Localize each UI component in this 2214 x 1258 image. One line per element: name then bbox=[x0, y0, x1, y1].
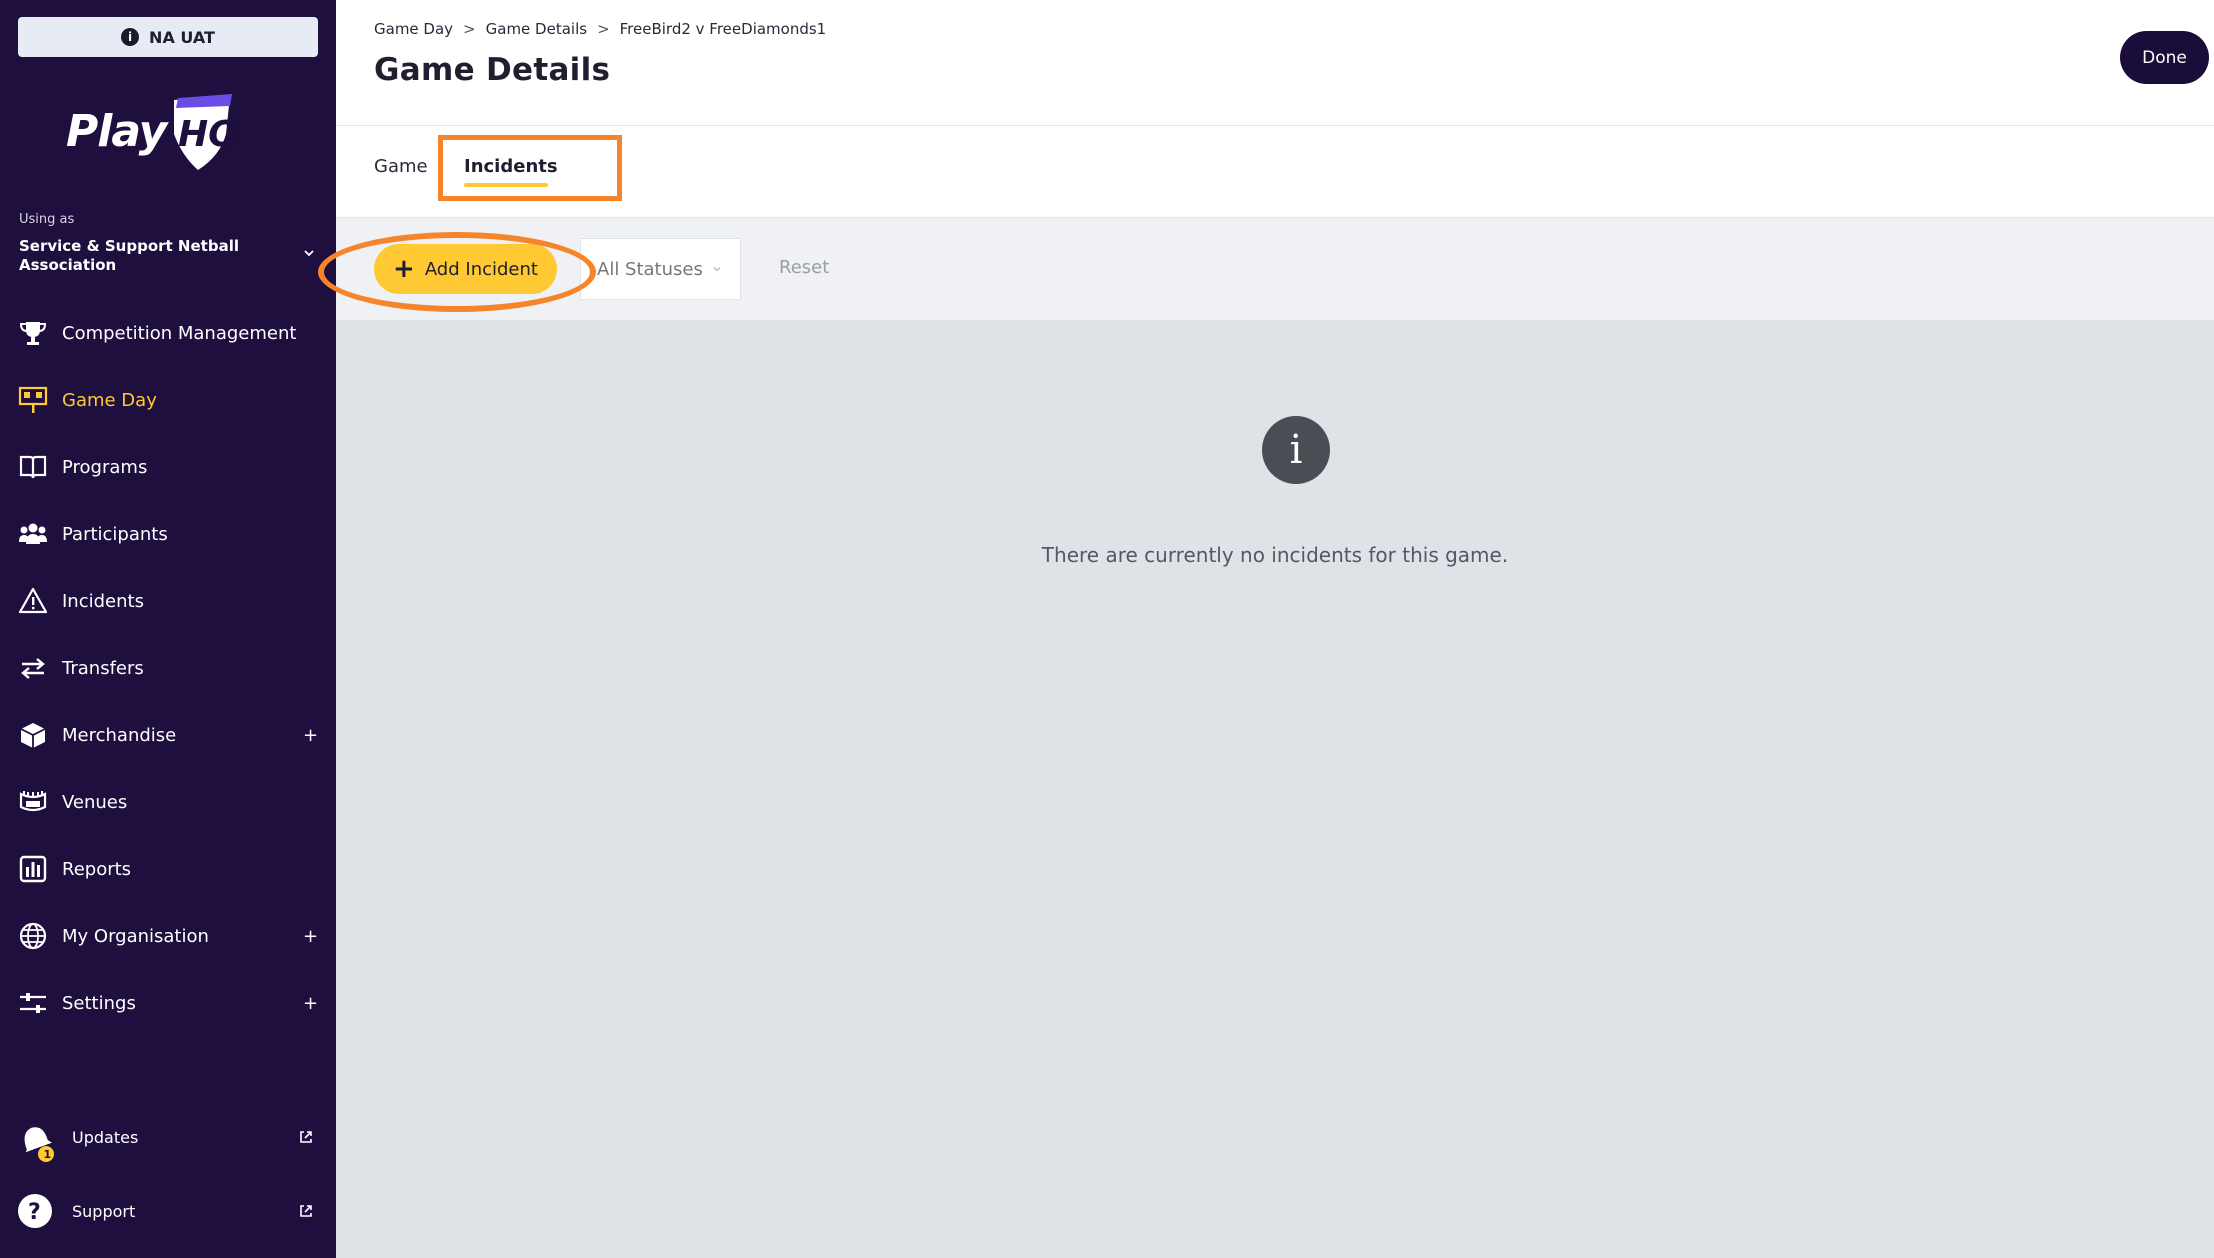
sidebar-item-venues[interactable]: Venues bbox=[0, 775, 336, 829]
expand-plus-icon[interactable]: + bbox=[303, 725, 318, 746]
report-chart-icon bbox=[17, 853, 49, 885]
external-link-icon bbox=[300, 1131, 312, 1143]
sidebar-item-game-day[interactable]: Game Day bbox=[0, 373, 336, 427]
sidebar-item-label: Reports bbox=[62, 858, 132, 880]
using-as-label: Using as bbox=[19, 212, 75, 227]
chevron-down-icon bbox=[713, 267, 721, 272]
environment-badge: i NA UAT bbox=[18, 17, 318, 57]
expand-plus-icon[interactable]: + bbox=[303, 926, 318, 947]
breadcrumb-item-game-day[interactable]: Game Day bbox=[374, 20, 453, 38]
done-button[interactable]: Done bbox=[2120, 31, 2209, 84]
tab-game[interactable]: Game bbox=[374, 156, 428, 177]
breadcrumb-item-game-details[interactable]: Game Details bbox=[486, 20, 587, 38]
logo-text: Play bbox=[66, 106, 167, 157]
people-icon bbox=[17, 518, 49, 550]
updates-badge: 1 bbox=[44, 1148, 52, 1161]
book-icon bbox=[17, 451, 49, 483]
sidebar-item-incidents[interactable]: Incidents bbox=[0, 574, 336, 628]
page-header: Game Day > Game Details > FreeBird2 v Fr… bbox=[336, 0, 2214, 126]
sidebar-item-label: Incidents bbox=[62, 590, 144, 612]
sidebar-item-label: Programs bbox=[62, 456, 148, 478]
breadcrumb: Game Day > Game Details > FreeBird2 v Fr… bbox=[374, 20, 826, 38]
sidebar-item-programs[interactable]: Programs bbox=[0, 440, 336, 494]
info-icon: i bbox=[121, 28, 140, 46]
sidebar-item-merchandise[interactable]: Merchandise + bbox=[0, 708, 336, 762]
globe-icon bbox=[17, 920, 49, 952]
status-filter-value: All Statuses bbox=[597, 258, 703, 280]
warning-icon bbox=[17, 585, 49, 617]
sidebar: i NA UAT Play HQ Using as Service & Supp… bbox=[0, 0, 336, 1258]
svg-text:HQ: HQ bbox=[178, 114, 239, 155]
box-icon bbox=[17, 719, 49, 751]
expand-plus-icon[interactable]: + bbox=[303, 993, 318, 1014]
sidebar-item-label: My Organisation bbox=[62, 925, 209, 947]
sliders-icon bbox=[17, 987, 49, 1019]
support-link[interactable]: ? Support bbox=[0, 1186, 336, 1236]
status-filter-select[interactable]: All Statuses bbox=[580, 238, 741, 300]
sidebar-item-participants[interactable]: Participants bbox=[0, 507, 336, 561]
sidebar-item-label: Transfers bbox=[62, 657, 144, 679]
environment-label: NA UAT bbox=[149, 27, 215, 47]
stadium-icon bbox=[17, 786, 49, 818]
svg-text:?: ? bbox=[28, 1200, 41, 1225]
sidebar-item-label: Settings bbox=[62, 992, 136, 1014]
hq-shield-icon: HQ bbox=[174, 94, 239, 170]
playhq-logo[interactable]: Play HQ bbox=[62, 92, 248, 176]
sidebar-item-reports[interactable]: Reports bbox=[0, 842, 336, 896]
sidebar-item-settings[interactable]: Settings + bbox=[0, 976, 336, 1030]
info-icon: i bbox=[1262, 416, 1330, 484]
sidebar-item-competition-management[interactable]: Competition Management bbox=[0, 306, 336, 360]
help-icon: ? bbox=[18, 1194, 52, 1228]
sidebar-item-label: Merchandise bbox=[62, 724, 177, 746]
button-annotation-highlight bbox=[318, 232, 596, 312]
sidebar-item-my-organisation[interactable]: My Organisation + bbox=[0, 909, 336, 963]
sidebar-item-transfers[interactable]: Transfers bbox=[0, 641, 336, 695]
sidebar-item-label: Venues bbox=[62, 791, 128, 813]
scoreboard-icon bbox=[17, 384, 49, 416]
empty-state-message: There are currently no incidents for thi… bbox=[1041, 543, 1509, 567]
bell-icon: 1 bbox=[24, 1127, 54, 1162]
sidebar-item-label: Competition Management bbox=[62, 322, 297, 344]
page-title: Game Details bbox=[374, 52, 611, 88]
org-switcher[interactable]: Service & Support Netball Association bbox=[19, 237, 259, 275]
reset-button[interactable]: Reset bbox=[779, 257, 829, 278]
chevron-down-icon[interactable] bbox=[302, 246, 316, 260]
updates-link[interactable]: 1 Updates bbox=[0, 1112, 336, 1162]
sidebar-item-label: Game Day bbox=[62, 389, 157, 411]
external-link-icon bbox=[300, 1205, 312, 1217]
breadcrumb-item-current-game: FreeBird2 v FreeDiamonds1 bbox=[619, 20, 827, 38]
transfer-arrows-icon bbox=[17, 652, 49, 684]
tab-annotation-highlight bbox=[438, 135, 622, 201]
breadcrumb-separator: > bbox=[463, 20, 476, 38]
trophy-icon bbox=[17, 317, 49, 349]
updates-label: Updates bbox=[72, 1127, 139, 1147]
sidebar-item-label: Participants bbox=[62, 523, 168, 545]
support-label: Support bbox=[72, 1201, 136, 1221]
breadcrumb-separator: > bbox=[597, 20, 610, 38]
